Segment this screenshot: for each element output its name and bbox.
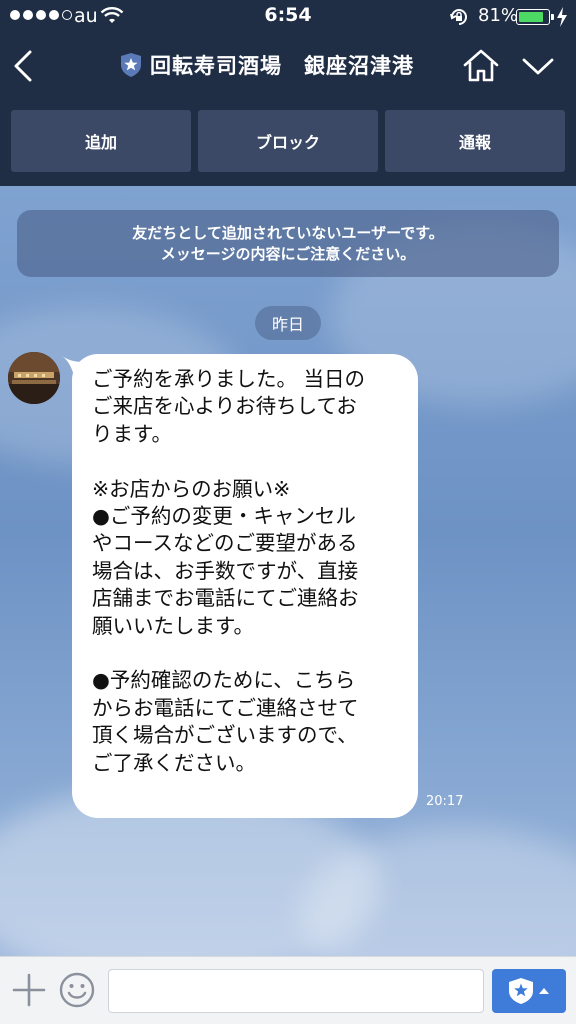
block-button[interactable]: ブロック xyxy=(198,110,378,172)
rotation-lock-icon xyxy=(450,9,467,25)
warning-line-1: 友だちとして追加されていないユーザーです。 xyxy=(132,223,444,242)
input-bar xyxy=(0,956,576,1024)
message-line: ご了承ください。 xyxy=(92,750,256,775)
chevron-down-icon[interactable] xyxy=(518,48,558,84)
message-line: やコースなどのご要望がある xyxy=(92,531,358,556)
battery-fill xyxy=(519,12,543,22)
emoji-icon[interactable] xyxy=(58,971,96,1009)
warning-line-2: メッセージの内容にご注意ください。 xyxy=(160,244,416,263)
chat-title: 回転寿司酒場 銀座沼津港 xyxy=(150,54,414,78)
message-line xyxy=(92,640,398,667)
message-line: ご来店を心よりお待ちしてお xyxy=(92,394,357,419)
stamp-icon xyxy=(509,978,533,1004)
chat-title-group: 回転寿司酒場 銀座沼津港 xyxy=(120,48,414,82)
battery-icon xyxy=(516,9,554,25)
report-button[interactable]: 通報 xyxy=(385,110,565,172)
battery-percent: 81% xyxy=(478,5,519,26)
home-icon[interactable] xyxy=(462,46,500,86)
message-line: 願いいたします。 xyxy=(92,613,254,638)
message-line: 頂く場合がございますので、 xyxy=(92,723,358,748)
official-badge-icon xyxy=(121,53,141,77)
stamp-button[interactable] xyxy=(492,969,566,1013)
message-line: 場合は、お手数ですが、直接 xyxy=(92,558,359,583)
action-bar: 追加 ブロック 通報 xyxy=(0,100,576,186)
message-line: ご予約を承りました。 当日の xyxy=(92,367,366,391)
message-line: ります。 xyxy=(92,421,172,446)
message-bubble[interactable]: ご予約を承りました。 当日の ご来店を心よりお待ちしてお ります。 ※お店からの… xyxy=(72,354,418,818)
chat-header: 回転寿司酒場 銀座沼津港 xyxy=(0,34,576,100)
charging-icon xyxy=(557,7,567,27)
message-line: ●ご予約の変更・キャンセル xyxy=(92,504,356,529)
message-timestamp: 20:17 xyxy=(426,794,464,809)
message-line: ●予約確認のために、こちら xyxy=(92,668,356,693)
message-line: 店舗までお電話にてご連絡お xyxy=(92,586,359,611)
message-line: からお電話にてご連絡させて xyxy=(92,695,359,720)
non-friend-warning: 友だちとして追加されていないユーザーです。 メッセージの内容にご注意ください。 xyxy=(17,210,559,277)
message-line: ※お店からのお願い※ xyxy=(92,476,291,501)
add-friend-button[interactable]: 追加 xyxy=(11,110,191,172)
back-icon[interactable] xyxy=(6,44,42,88)
restaurant-avatar-image xyxy=(8,352,60,404)
date-separator: 昨日 xyxy=(255,306,321,340)
plus-icon[interactable] xyxy=(12,973,46,1007)
chat-area[interactable]: 友だちとして追加されていないユーザーです。 メッセージの内容にご注意ください。 … xyxy=(0,186,576,956)
message-line xyxy=(92,448,398,475)
caret-up-icon xyxy=(539,988,549,994)
avatar[interactable] xyxy=(8,352,60,404)
status-bar: au 6:54 81% xyxy=(0,0,576,34)
message-input[interactable] xyxy=(108,969,484,1013)
